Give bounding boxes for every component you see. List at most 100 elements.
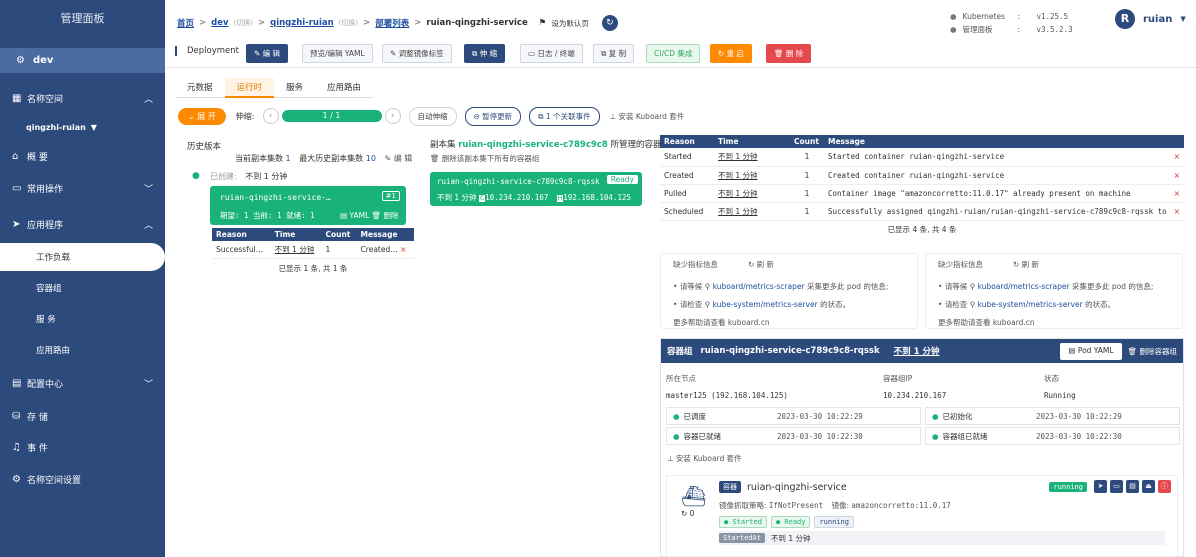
metrics-server-link[interactable]: kube-system/metrics-server	[978, 300, 1083, 309]
rs-actions: ▤ YAML 🗑 删除	[340, 210, 399, 221]
sidebar-item-pods[interactable]: 容器组	[0, 275, 165, 301]
cell-count: 1	[790, 166, 824, 185]
home-icon: ⌂	[12, 150, 19, 162]
crumb-switch[interactable]: (切换)	[339, 18, 358, 28]
gear-icon: ⚙	[16, 55, 25, 66]
history-edit-link[interactable]: ✎ 编 辑	[384, 154, 412, 163]
tab-services[interactable]: 服务	[274, 78, 316, 98]
container-title: 容器 ruian-qingzhi-service	[719, 481, 847, 493]
crumb-namespace[interactable]: qingzhi-ruian	[270, 18, 334, 28]
expand-button[interactable]: ⌄ 展 开	[178, 107, 226, 125]
metrics-scraper-link[interactable]: kuboard/metrics-scraper	[978, 282, 1070, 291]
close-icon[interactable]: ×	[1169, 148, 1184, 167]
related-events-button[interactable]: ⧉ 1 个关联事件	[529, 106, 600, 126]
crumb-home[interactable]: 首页	[177, 17, 194, 29]
cicd-button[interactable]: CI/CD 集成	[646, 44, 701, 63]
sidebar-item-common-ops[interactable]: ▭ 常用操作 ﹀	[0, 175, 165, 201]
close-icon[interactable]: ×	[400, 245, 406, 254]
bell-icon: ♫	[12, 441, 21, 453]
rs-delete-link[interactable]: 🗑 删除	[372, 211, 399, 220]
replica-stepper[interactable]: ‹ 1 / 1 ›	[262, 108, 401, 124]
increment-icon[interactable]: ›	[384, 108, 401, 124]
column-header: Message	[356, 228, 414, 241]
sidebar-item-ingress[interactable]: 应用路由	[0, 337, 165, 363]
pod-card[interactable]: ruian-qingzhi-service-c789c9c8-rqssk Rea…	[430, 172, 642, 206]
caret-down-icon: ▼	[90, 122, 97, 132]
refresh-link[interactable]: ↻ 刷 新	[748, 260, 774, 269]
column-header: Count	[321, 228, 357, 241]
sidebar-title: 管理面板	[60, 12, 105, 25]
refresh-icon[interactable]: ↻	[601, 15, 618, 31]
metrics-server-link[interactable]: kube-system/metrics-server	[713, 300, 818, 309]
tag-label: Started	[732, 518, 762, 526]
rs-heading: 副本集 ruian-qingzhi-service-c789c9c8 所管理的容…	[430, 138, 670, 150]
rs-yaml-link[interactable]: ▤ YAML	[340, 211, 369, 220]
delete-all-pods-link[interactable]: 🗑 删除该副本集下所有的容器组	[430, 153, 655, 164]
gear-icon: ⚙	[12, 473, 21, 485]
sidebar-item-events[interactable]: ♫ 事 件	[0, 434, 165, 460]
sidebar-item-workloads[interactable]: 工作负载	[0, 243, 165, 271]
copy-button[interactable]: ⧉ 复 制	[593, 44, 635, 63]
cell-time: 不到 1 分钟	[714, 166, 790, 185]
install-kuboard-link[interactable]: ⊥ 安装 Kuboard 套件	[610, 111, 685, 122]
eject-icon[interactable]: ⏏	[1142, 480, 1155, 493]
sidebar-item-config[interactable]: ▤ 配置中心 ﹀	[0, 370, 165, 396]
sidebar-item-namespace[interactable]: ▦ 名称空间 ︿	[0, 85, 165, 111]
runtime-toolbar: ⌄ 展 开 伸缩: ‹ 1 / 1 › 自动伸缩 ⊖ 暂停更新 ⧉ 1 个关联事件 …	[178, 106, 684, 126]
tab-ingress[interactable]: 应用路由	[315, 78, 374, 98]
adjust-image-button[interactable]: ✎ 调整镜像标签	[382, 44, 452, 63]
button-label: 调整镜像标签	[398, 49, 444, 58]
terminal-icon[interactable]: ▭	[1110, 480, 1123, 493]
close-icon[interactable]: ×	[1169, 166, 1184, 185]
condition-name: 已初始化	[942, 411, 973, 421]
metrics-text: 请检查	[679, 300, 703, 309]
send-icon[interactable]: ➤	[1094, 480, 1107, 493]
sidebar-item-label: 名称空间	[27, 94, 64, 105]
close-icon[interactable]: ×	[1169, 184, 1184, 203]
replicaset-panel: 副本集 ruian-qingzhi-service-c789c9c8 所管理的容…	[430, 138, 670, 206]
condition-name: 容器已就绪	[683, 431, 722, 441]
delete-button[interactable]: 🗑 删 除	[766, 44, 812, 63]
tab-metadata[interactable]: 元数据	[175, 78, 225, 98]
close-icon[interactable]: ×	[1169, 202, 1184, 221]
delete-pod-button[interactable]: 🗑 删除容器组	[1128, 343, 1177, 360]
log-icon[interactable]: ▤	[1126, 480, 1139, 493]
metrics-title: 缺少指标信息	[673, 260, 718, 269]
replicaset-card[interactable]: ruian-qingzhi-service-… #1 期望: 1 当前: 1 就…	[210, 186, 406, 225]
container-actions: running ➤ ▭ ▤ ⏏ ⓘ	[1049, 480, 1171, 493]
logs-button[interactable]: ▭ 日志 / 终端	[520, 44, 583, 63]
pod-install-kuboard-link[interactable]: ⊥ 安装 Kuboard 套件	[667, 453, 742, 464]
sidebar-item-label: 服 务	[36, 315, 56, 325]
decrement-icon[interactable]: ‹	[262, 108, 279, 124]
crumb-cluster[interactable]: dev	[211, 18, 228, 28]
history-stats: 当前副本集数 1 最大历史副本集数 10 ✎ 编 辑	[235, 153, 412, 164]
user-menu[interactable]: Rruian ▼	[1115, 9, 1186, 29]
pod-name: ruian-qingzhi-service-c789c9c8-rqssk	[700, 346, 880, 356]
pause-update-button[interactable]: ⊖ 暂停更新	[464, 106, 522, 126]
sidebar-item-storage[interactable]: ⛁ 存 储	[0, 403, 165, 429]
cluster-selector[interactable]: ⚙ dev	[0, 48, 165, 73]
condition-time: 2023-03-30 10:22:29	[777, 411, 863, 421]
sidebar-item-ns-settings[interactable]: ⚙ 名称空间设置	[0, 466, 165, 492]
crumb-switch[interactable]: (切换)	[234, 18, 253, 28]
info-icon[interactable]: ⓘ	[1158, 480, 1171, 493]
sidebar-item-label: 常用操作	[27, 184, 64, 195]
metrics-scraper-link[interactable]: kuboard/metrics-scraper	[713, 282, 805, 291]
preview-yaml-button[interactable]: 预览/编辑 YAML	[302, 44, 373, 63]
replica-count: 1 / 1	[281, 110, 382, 122]
version-info: ● Kubernetes: v1.25.5 ● 管理面板: v3.5.2.3	[950, 10, 1076, 36]
refresh-link[interactable]: ↻ 刷 新	[1013, 260, 1039, 269]
namespace-selector[interactable]: qingzhi-ruian ▼	[0, 114, 165, 140]
sidebar-item-apps[interactable]: ➤ 应用程序 ︿	[0, 211, 165, 237]
edit-button[interactable]: ✎ 编 辑	[246, 44, 289, 63]
tab-bar: 元数据 运行时 服务 应用路由	[175, 78, 374, 98]
pod-yaml-button[interactable]: ▤ Pod YAML	[1060, 342, 1122, 360]
crumb-list[interactable]: 部署列表	[375, 17, 409, 29]
autoscale-button[interactable]: 自动伸缩	[408, 106, 457, 126]
sidebar-item-overview[interactable]: ⌂ 概 要	[0, 143, 165, 169]
tab-runtime[interactable]: 运行时	[224, 78, 275, 98]
scale-button[interactable]: ⧉ 伸 缩	[464, 44, 506, 63]
sidebar-item-services[interactable]: 服 务	[0, 306, 165, 332]
set-default-link[interactable]: 设为默认页	[551, 18, 589, 29]
restart-button[interactable]: ↻ 重 启	[710, 44, 753, 63]
